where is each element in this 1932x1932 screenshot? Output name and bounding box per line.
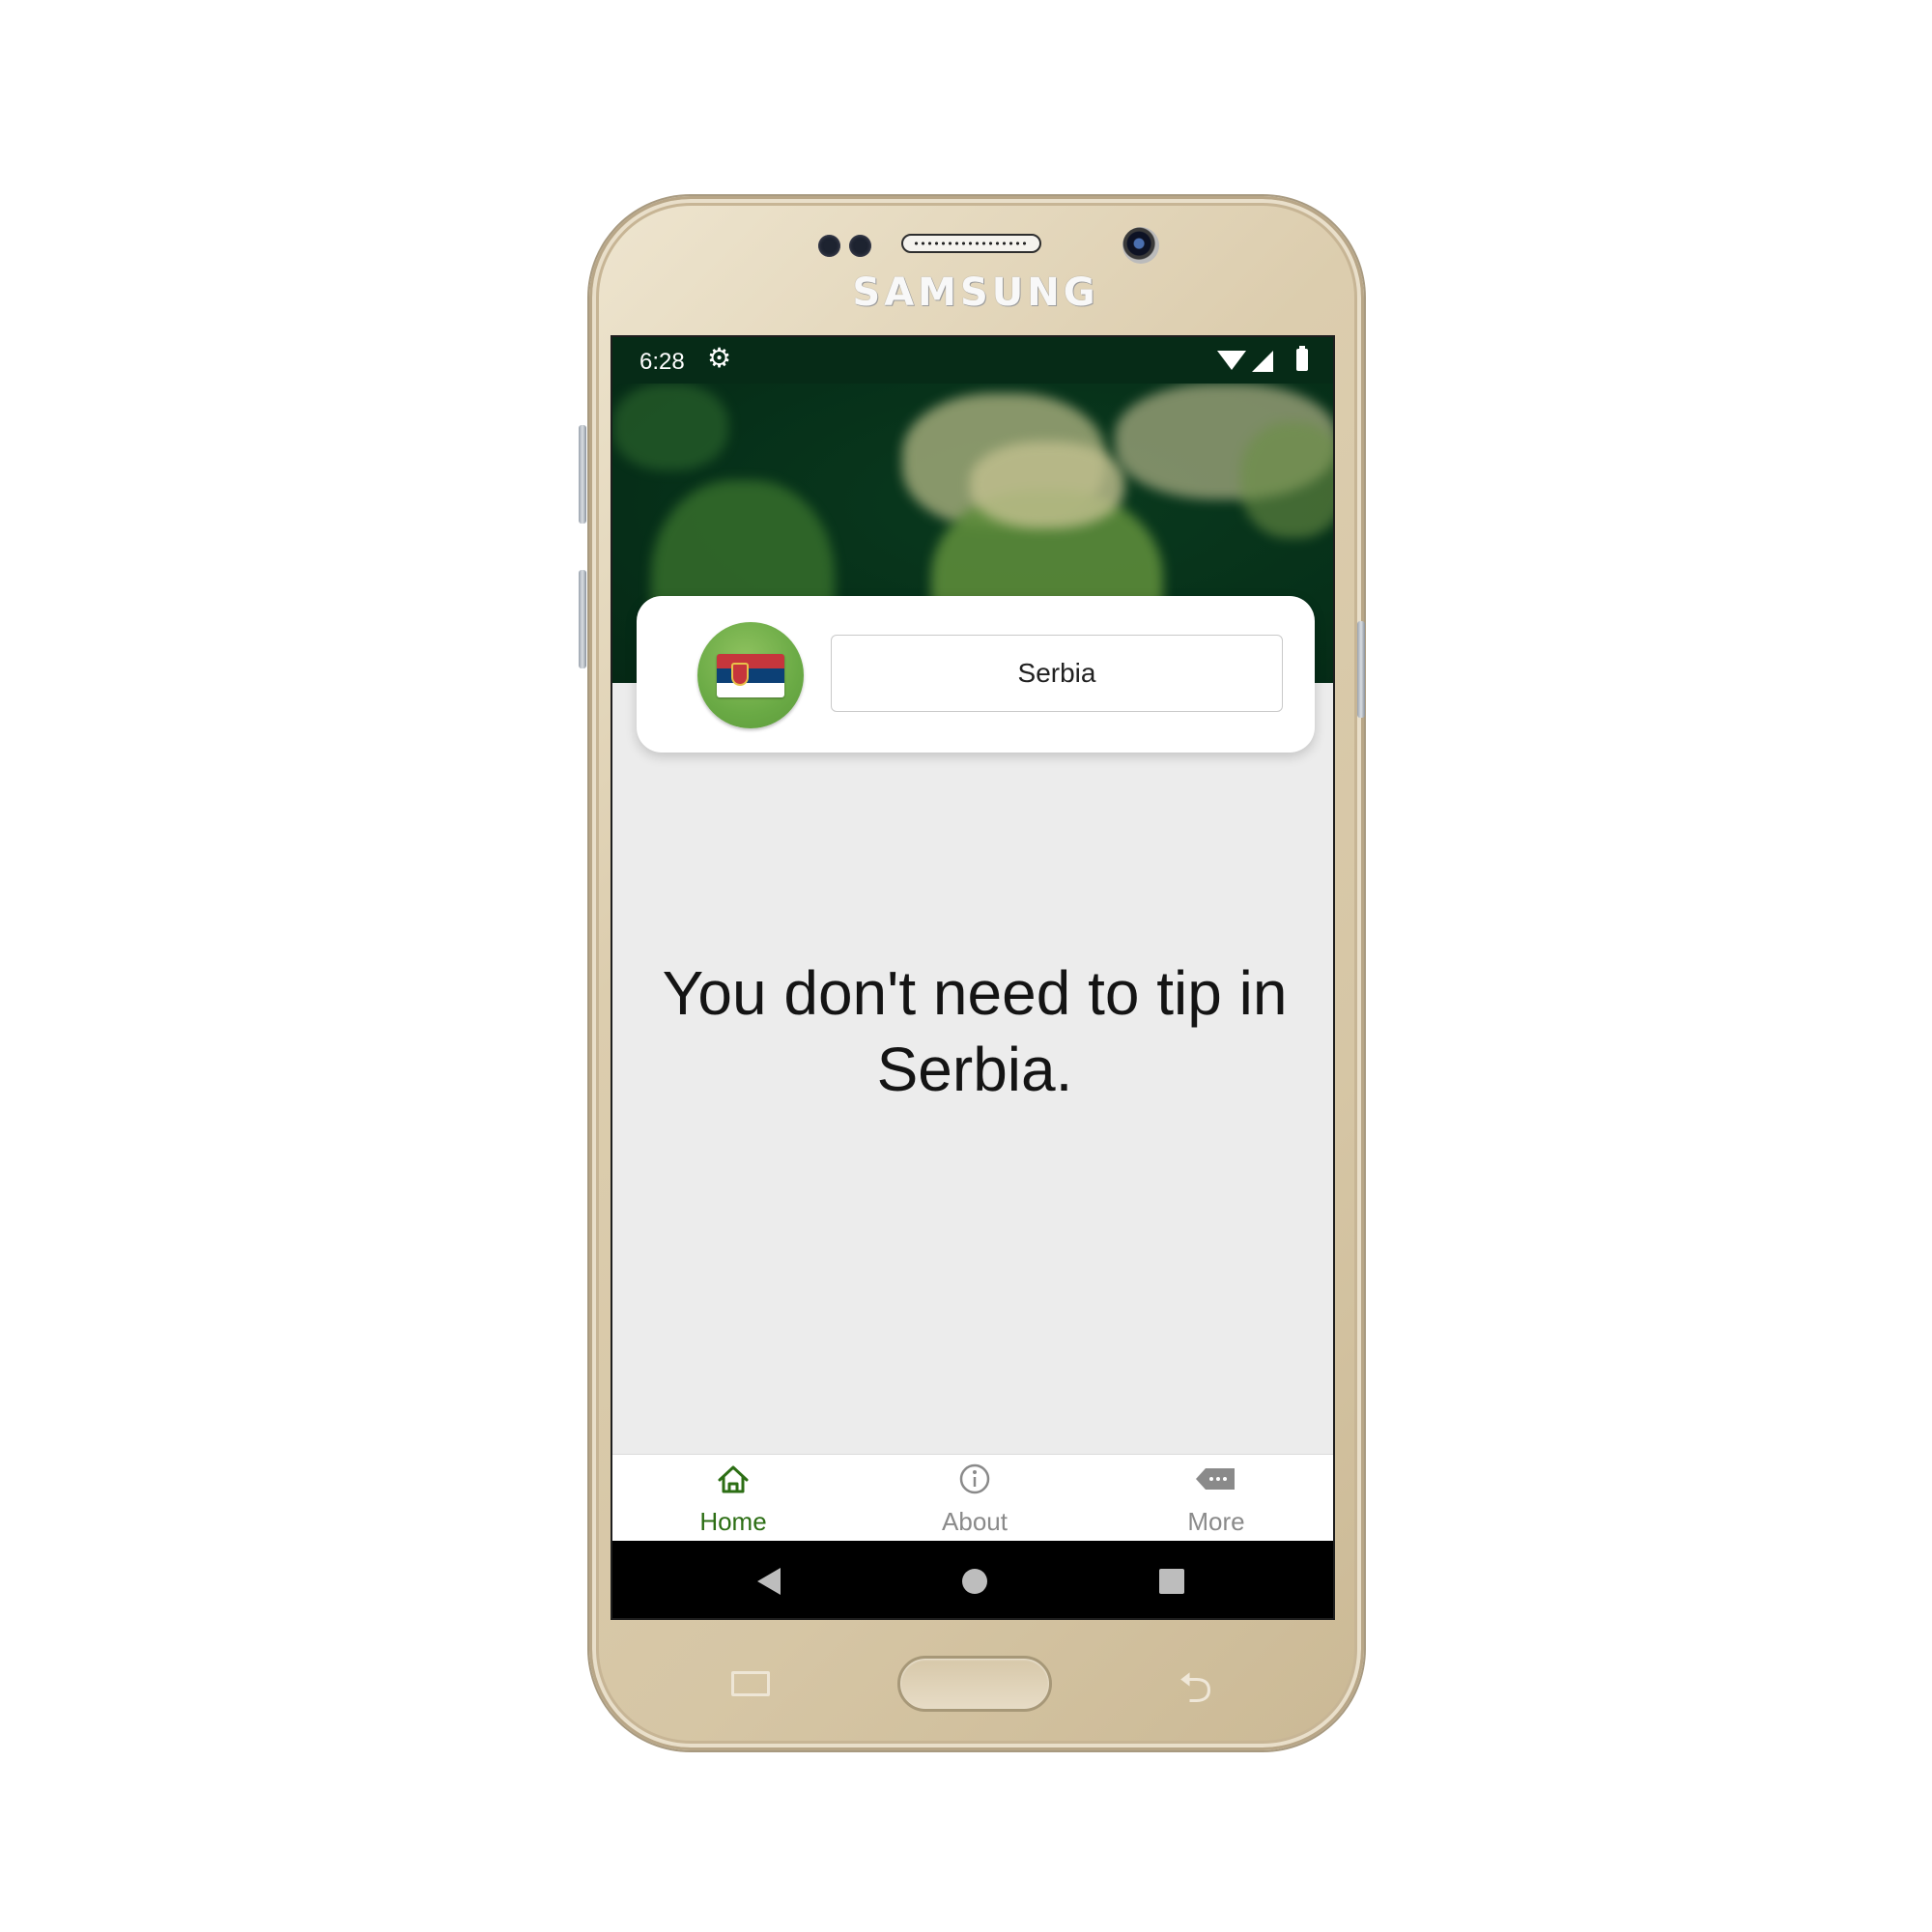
recents-square-icon[interactable] — [1159, 1569, 1184, 1594]
country-select-value: Serbia — [1017, 658, 1096, 688]
hardware-recents-icon — [731, 1671, 770, 1696]
hardware-home-button — [897, 1656, 1052, 1712]
gear-icon: ⚙ — [707, 343, 732, 373]
hardware-back-icon: ⮌ — [1179, 1664, 1213, 1712]
status-icons — [1204, 346, 1310, 372]
volume-down-button — [579, 570, 586, 668]
country-select-field[interactable]: Serbia — [831, 635, 1283, 712]
bottom-navigation: Home About More — [612, 1454, 1333, 1542]
battery-icon — [1296, 346, 1308, 371]
tab-home-label: Home — [699, 1507, 767, 1536]
tab-more[interactable]: More — [1095, 1455, 1333, 1542]
map-landmass — [612, 384, 728, 470]
app-screen: 6:28 ⚙ Serbia You don't need to tip in S… — [611, 335, 1335, 1620]
sensor-icon — [818, 235, 840, 257]
country-flag-badge[interactable] — [697, 622, 804, 728]
earpiece-speaker — [901, 234, 1041, 253]
wifi-icon — [1217, 351, 1246, 370]
tipping-message: You don't need to tip in Serbia. — [662, 958, 1288, 1104]
map-landmass — [970, 441, 1124, 528]
volume-up-button — [579, 425, 586, 524]
system-navigation-bar — [612, 1541, 1333, 1618]
country-selector-card: Serbia — [637, 596, 1315, 753]
brand-logo: SAMSUNG — [852, 270, 1099, 315]
status-time: 6:28 — [639, 349, 685, 375]
tab-about[interactable]: About — [854, 1455, 1095, 1542]
home-icon — [718, 1465, 749, 1493]
tab-home[interactable]: Home — [612, 1455, 854, 1542]
tab-about-label: About — [942, 1507, 1008, 1536]
status-bar: 6:28 ⚙ — [612, 337, 1333, 384]
serbia-flag-icon — [717, 654, 784, 697]
home-circle-icon[interactable] — [962, 1569, 987, 1594]
power-button — [1357, 621, 1365, 718]
info-icon — [959, 1463, 990, 1494]
back-triangle-icon[interactable] — [757, 1568, 781, 1595]
map-landmass — [1240, 422, 1333, 538]
more-tag-icon — [1196, 1468, 1235, 1490]
signal-icon — [1252, 351, 1273, 372]
sensor-icon — [849, 235, 871, 257]
tab-more-label: More — [1187, 1507, 1245, 1536]
front-camera-icon — [1122, 227, 1159, 264]
